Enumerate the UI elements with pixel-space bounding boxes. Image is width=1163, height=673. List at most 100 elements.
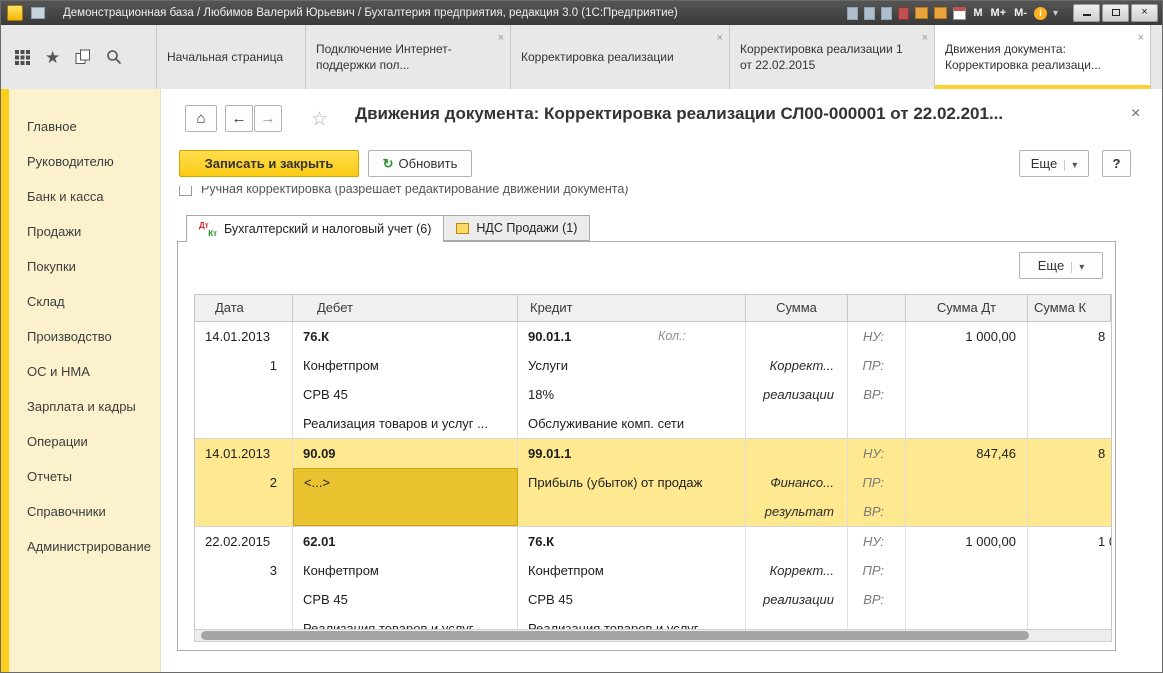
maximize-button[interactable] xyxy=(1102,4,1129,22)
sidebar-item-sales[interactable]: Продажи xyxy=(9,214,160,249)
scrollbar-thumb[interactable] xyxy=(201,631,1029,640)
close-button[interactable]: × xyxy=(1131,4,1158,22)
cell-date[interactable]: 22.02.2015 xyxy=(195,527,293,556)
cell-credit-subconto[interactable]: Реализация товаров и услуг ... xyxy=(518,614,746,629)
table-row-group[interactable]: 22.02.2015 3 62.01 Конфетпром СРВ 45 Реа… xyxy=(195,527,1111,629)
sidebar-item-references[interactable]: Справочники xyxy=(9,494,160,529)
tab-correction-1[interactable]: Корректировка реализации 1 от 22.02.2015… xyxy=(730,25,935,89)
cell-sum-dt[interactable]: 1 000,00 xyxy=(906,322,1028,351)
table-icon[interactable] xyxy=(934,7,947,19)
tax-label-vr[interactable]: ВР: xyxy=(848,497,906,526)
favorite-star-icon[interactable]: ☆ xyxy=(311,108,328,131)
sidebar-item-manager[interactable]: Руководителю xyxy=(9,144,160,179)
tax-label-vr[interactable]: ВР: xyxy=(848,585,906,614)
cell-debit-account[interactable]: 90.09 xyxy=(293,439,518,468)
cell-sum-dt[interactable]: 847,46 xyxy=(906,439,1028,468)
tax-label-nu[interactable]: НУ: xyxy=(848,322,906,351)
window-menu-icon[interactable] xyxy=(31,7,45,19)
cell-sum-label[interactable]: Коррект... xyxy=(746,351,848,380)
back-button[interactable]: ← xyxy=(225,105,253,132)
refresh-button[interactable]: ↻Обновить xyxy=(368,150,472,177)
sidebar-item-main[interactable]: Главное xyxy=(9,109,160,144)
tax-label-pr[interactable]: ПР: xyxy=(848,351,906,380)
minimize-button[interactable] xyxy=(1073,4,1100,22)
col-sum[interactable]: Сумма xyxy=(746,295,848,321)
col-credit[interactable]: Кредит xyxy=(518,295,746,321)
sidebar-item-warehouse[interactable]: Склад xyxy=(9,284,160,319)
forward-button[interactable]: → xyxy=(254,105,282,132)
cell-debit-subconto[interactable]: СРВ 45 xyxy=(293,585,518,614)
sidebar-item-administration[interactable]: Администрирование xyxy=(9,529,160,564)
col-debit[interactable]: Дебет xyxy=(293,295,518,321)
cell-sum-label[interactable]: результат xyxy=(746,497,848,526)
tab-close-icon[interactable]: × xyxy=(498,33,504,44)
save-close-button[interactable]: Записать и закрыть xyxy=(179,150,359,177)
history-icon[interactable] xyxy=(75,49,91,65)
cell-sum-dt[interactable]: 1 000,00 xyxy=(906,527,1028,556)
horizontal-scrollbar[interactable] xyxy=(194,629,1112,642)
col-date[interactable]: Дата xyxy=(195,295,293,321)
cell-sum-label[interactable]: Коррект... xyxy=(746,556,848,585)
sidebar-item-reports[interactable]: Отчеты xyxy=(9,459,160,494)
col-sum-dt[interactable]: Сумма Дт xyxy=(906,295,1028,321)
sidebar-item-payroll[interactable]: Зарплата и кадры xyxy=(9,389,160,424)
tab-document-movements[interactable]: Движения документа: Корректировка реализ… xyxy=(935,25,1151,89)
sidebar-item-purchases[interactable]: Покупки xyxy=(9,249,160,284)
cell-credit-account[interactable]: 99.01.1 xyxy=(518,439,746,468)
tab-close-icon[interactable]: × xyxy=(1138,33,1144,44)
memory-plus-button[interactable]: M+ xyxy=(990,7,1008,19)
cell-debit-subconto[interactable]: СРВ 45 xyxy=(293,380,518,409)
cell-credit-subconto[interactable]: СРВ 45 xyxy=(518,585,746,614)
calendar-icon[interactable] xyxy=(953,7,966,20)
sidebar-item-fixed-assets[interactable]: ОС и НМА xyxy=(9,354,160,389)
clipboard-icon[interactable] xyxy=(881,7,892,20)
col-sum-kt[interactable]: Сумма К xyxy=(1028,295,1111,321)
cell-sum-kt[interactable]: 8 xyxy=(1028,322,1111,351)
copy-icon[interactable] xyxy=(864,7,875,20)
cell-credit-subconto[interactable]: Обслуживание комп. сети xyxy=(518,409,746,438)
table-row-group-selected[interactable]: 14.01.2013 2 90.09 <...> 99.01.1 Прибыль… xyxy=(195,439,1111,527)
cell-debit-subconto-selected[interactable]: <...> xyxy=(293,468,518,526)
search-icon[interactable] xyxy=(106,49,122,65)
cell-debit-account[interactable]: 76.К xyxy=(293,322,518,351)
table-row-group[interactable]: 14.01.2013 1 76.К Конфетпром СРВ 45 Реал… xyxy=(195,322,1111,439)
menu-grid-icon[interactable] xyxy=(15,50,30,65)
cell-debit-account[interactable]: 62.01 xyxy=(293,527,518,556)
cell-credit-account[interactable]: 76.К xyxy=(518,527,746,556)
sidebar-item-operations[interactable]: Операции xyxy=(9,424,160,459)
table-more-button[interactable]: Еще▾ xyxy=(1019,252,1103,279)
calculator-icon[interactable] xyxy=(915,7,928,19)
cell-sum-label[interactable]: реализации xyxy=(746,585,848,614)
cell-row-number[interactable]: 1 xyxy=(195,351,293,380)
cell-debit-subconto[interactable]: Конфетпром xyxy=(293,351,518,380)
tab-vat-sales-register[interactable]: НДС Продажи (1) xyxy=(443,215,590,241)
chevron-down-icon[interactable]: ▾ xyxy=(1053,8,1058,19)
cell-sum-kt[interactable]: 8 xyxy=(1028,439,1111,468)
sidebar-item-production[interactable]: Производство xyxy=(9,319,160,354)
tab-close-icon[interactable]: × xyxy=(922,33,928,44)
help-button[interactable]: ? xyxy=(1102,150,1131,177)
info-icon[interactable]: i xyxy=(1034,7,1047,20)
cell-date[interactable]: 14.01.2013 xyxy=(195,439,293,468)
tax-label-vr[interactable]: ВР: xyxy=(848,380,906,409)
tab-accounting-register[interactable]: ДтКт Бухгалтерский и налоговый учет (6) xyxy=(186,215,444,242)
cell-debit-subconto[interactable]: Реализация товаров и услуг ... xyxy=(293,614,518,629)
manual-adjustment-checkbox[interactable] xyxy=(179,186,192,196)
memory-minus-button[interactable]: M- xyxy=(1013,7,1028,19)
cell-sum-kt[interactable]: 1 0 xyxy=(1028,527,1111,556)
more-button[interactable]: Еще▾ xyxy=(1019,150,1089,177)
tax-label-nu[interactable]: НУ: xyxy=(848,439,906,468)
col-tax[interactable] xyxy=(848,295,906,321)
favorites-icon[interactable]: ★ xyxy=(45,49,60,66)
cell-credit-subconto[interactable]: 18% xyxy=(518,380,746,409)
cell-sum-label[interactable]: Финансо... xyxy=(746,468,848,497)
tax-label-pr[interactable]: ПР: xyxy=(848,556,906,585)
tab-home[interactable]: Начальная страница xyxy=(156,25,306,89)
cell-credit-subconto[interactable]: Услуги xyxy=(518,351,746,380)
tab-correction[interactable]: Корректировка реализации × xyxy=(511,25,730,89)
sidebar-item-bank-cash[interactable]: Банк и касса xyxy=(9,179,160,214)
cell-credit-subconto[interactable]: Конфетпром xyxy=(518,556,746,585)
memory-button[interactable]: M xyxy=(972,7,983,19)
tax-label-pr[interactable]: ПР: xyxy=(848,468,906,497)
cell-sum-label[interactable]: реализации xyxy=(746,380,848,409)
